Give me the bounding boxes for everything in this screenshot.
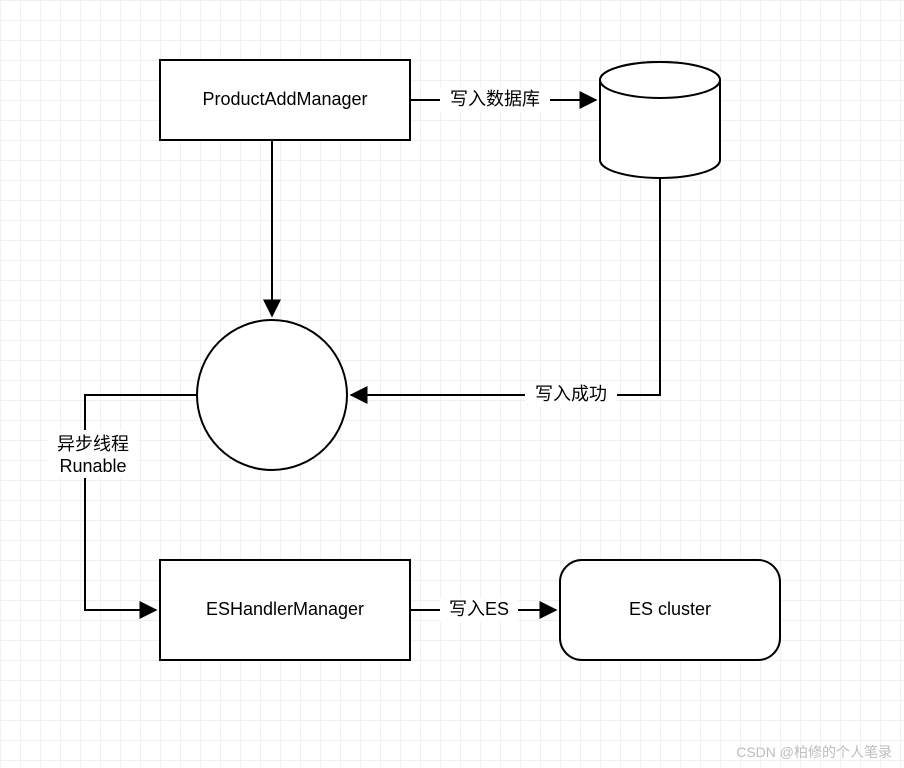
- node-sync-circle: [197, 320, 347, 470]
- edge-write-success-label: 写入成功: [535, 384, 607, 404]
- edge-async-line1: 异步线程: [57, 434, 129, 454]
- node-es-cluster: ES cluster: [560, 560, 780, 660]
- edge-write-es-label: 写入ES: [449, 599, 509, 619]
- edge-db-to-circle: 写入成功: [351, 178, 660, 407]
- node-product-add-manager: ProductAddManager: [160, 60, 410, 140]
- edge-product-to-db: 写入数据库: [410, 88, 596, 112]
- node-database: [600, 62, 720, 178]
- edge-async-line2: Runable: [59, 456, 126, 476]
- product-add-manager-label: ProductAddManager: [202, 89, 367, 109]
- diagram-canvas: ProductAddManager ESHandlerManager ES cl…: [0, 0, 904, 768]
- watermark-text: CSDN @柏修的个人笔录: [736, 742, 892, 762]
- edge-eshandler-to-escluster: 写入ES: [410, 598, 556, 622]
- es-handler-manager-label: ESHandlerManager: [206, 599, 364, 619]
- node-es-handler-manager: ESHandlerManager: [160, 560, 410, 660]
- edge-write-db-label: 写入数据库: [450, 89, 540, 109]
- es-cluster-label: ES cluster: [629, 599, 711, 619]
